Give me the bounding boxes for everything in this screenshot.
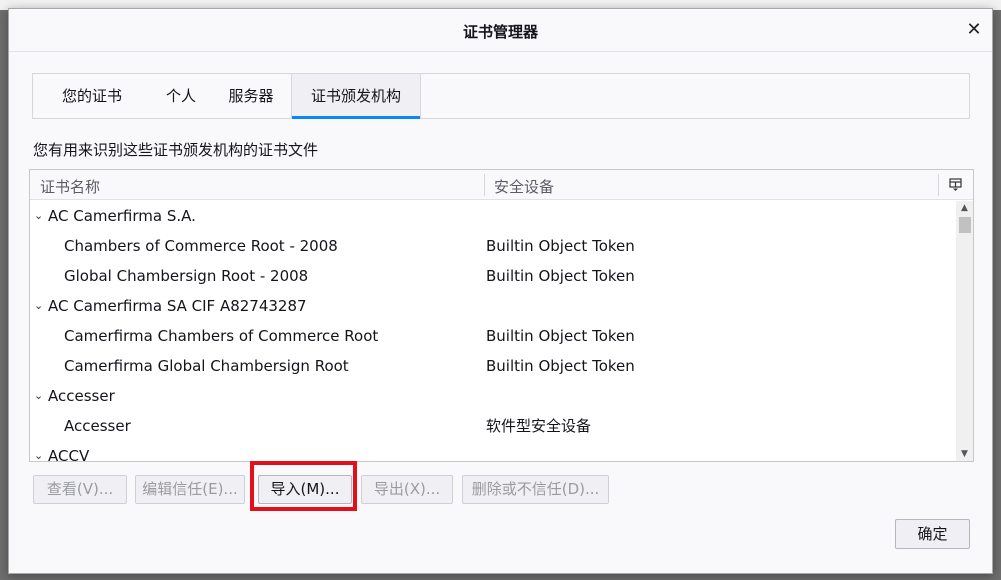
certificate-name: ACCV [48, 447, 90, 462]
certificate-name: Chambers of Commerce Root - 2008 [64, 237, 338, 255]
tree-group-row[interactable]: ⌄ Accesser [30, 381, 956, 411]
titlebar: 证书管理器 ✕ [9, 9, 992, 52]
tree-group-row[interactable]: ⌄ AC Camerfirma S.A. [30, 201, 956, 231]
tab-bar: 您的证书 个人 服务器 证书颁发机构 [32, 73, 970, 119]
certificate-name: Global Chambersign Root - 2008 [64, 267, 309, 285]
certificate-name: Accesser [64, 417, 131, 435]
column-divider [484, 174, 485, 196]
tab-your-certificates[interactable]: 您的证书 [33, 74, 151, 118]
certificate-tree[interactable]: 证书名称 安全设备 ⌄ AC Camerfirma S.A. Chambers of… [29, 169, 974, 462]
vertical-scrollbar[interactable]: ▲ ▼ [956, 201, 973, 461]
import-highlight-box [250, 461, 357, 511]
column-security-device[interactable]: 安全设备 [494, 176, 554, 197]
tree-row[interactable]: Global Chambersign Root - 2008 Builtin Ob… [30, 261, 956, 291]
ok-button[interactable]: 确定 [895, 519, 970, 549]
chevron-down-icon[interactable]: ⌄ [34, 441, 46, 461]
certificate-manager-dialog: 证书管理器 ✕ 您的证书 个人 服务器 证书颁发机构 您有用来识别这些证书颁发机… [8, 8, 993, 574]
tab-people[interactable]: 个人 [151, 74, 211, 118]
tab-authorities[interactable]: 证书颁发机构 [291, 74, 421, 119]
chevron-down-icon[interactable]: ⌄ [34, 201, 46, 231]
certificate-name: Camerfirma Chambers of Commerce Root [64, 327, 379, 345]
certificate-name: AC Camerfirma S.A. [48, 207, 196, 225]
column-divider [938, 174, 939, 196]
tab-description: 您有用来识别这些证书颁发机构的证书文件 [33, 141, 319, 159]
view-button[interactable]: 查看(V)... [33, 475, 127, 504]
certificate-name: Camerfirma Global Chambersign Root [64, 357, 349, 375]
security-device: Builtin Object Token [486, 237, 635, 255]
tree-row[interactable]: Accesser 软件型安全设备 [30, 411, 956, 441]
tree-group-row[interactable]: ⌄ ACCV [30, 441, 956, 462]
tree-row[interactable]: Camerfirma Global Chambersign Root Builti… [30, 351, 956, 381]
export-button[interactable]: 导出(X)... [361, 475, 453, 504]
certificate-name: AC Camerfirma SA CIF A82743287 [48, 297, 307, 315]
tree-rows: ⌄ AC Camerfirma S.A. Chambers of Commerce … [30, 201, 956, 462]
security-device: Builtin Object Token [486, 327, 635, 345]
scroll-up-icon[interactable]: ▲ [956, 201, 973, 215]
edit-trust-button[interactable]: 编辑信任(E)... [135, 475, 245, 504]
tree-group-row[interactable]: ⌄ AC Camerfirma SA CIF A82743287 [30, 291, 956, 321]
column-picker-icon[interactable] [948, 176, 964, 192]
certificate-name: Accesser [48, 387, 115, 405]
scroll-down-icon[interactable]: ▼ [956, 447, 973, 461]
tree-row[interactable]: Chambers of Commerce Root - 2008 Builtin … [30, 231, 956, 261]
scrollbar-thumb[interactable] [959, 217, 971, 233]
tree-header: 证书名称 安全设备 [30, 170, 973, 200]
chevron-down-icon[interactable]: ⌄ [34, 381, 46, 411]
security-device: Builtin Object Token [486, 357, 635, 375]
security-device: 软件型安全设备 [486, 417, 592, 435]
chevron-down-icon[interactable]: ⌄ [34, 291, 46, 321]
tab-servers[interactable]: 服务器 [211, 74, 291, 118]
delete-or-distrust-button[interactable]: 删除或不信任(D)... [462, 475, 609, 504]
column-certificate-name[interactable]: 证书名称 [40, 176, 100, 197]
tree-row[interactable]: Camerfirma Chambers of Commerce Root Buil… [30, 321, 956, 351]
security-device: Builtin Object Token [486, 267, 635, 285]
close-icon[interactable]: ✕ [962, 19, 986, 43]
dialog-title: 证书管理器 [462, 23, 538, 41]
